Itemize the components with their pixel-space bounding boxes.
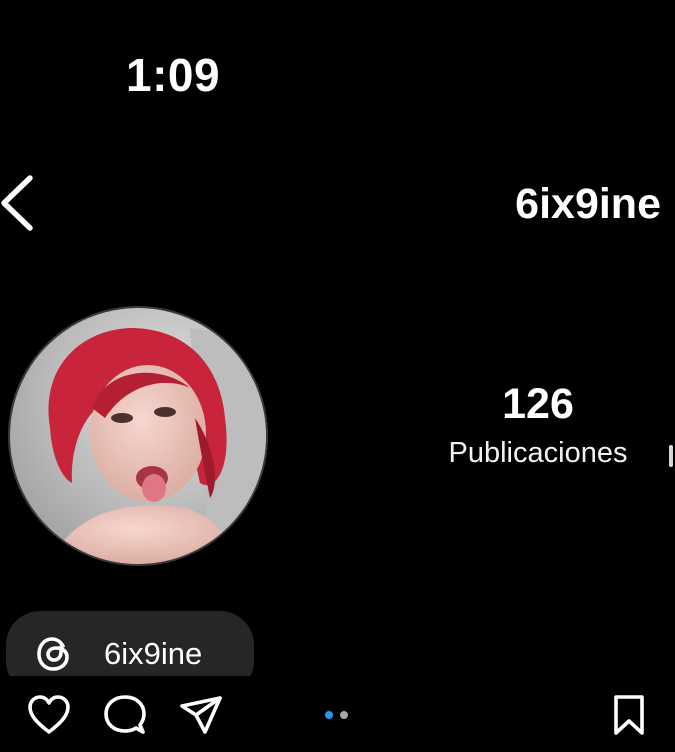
carousel-dot-active	[325, 711, 333, 719]
profile-username-title: 6ix9ine	[515, 180, 661, 228]
back-button[interactable]	[0, 170, 48, 236]
comment-button[interactable]	[102, 694, 148, 736]
next-stat-edge	[669, 445, 673, 467]
posts-stat[interactable]: 126 Publicaciones	[432, 380, 644, 470]
bookmark-icon	[614, 695, 644, 735]
post-action-bar	[0, 676, 675, 752]
threads-username: 6ix9ine	[104, 636, 203, 671]
status-bar-time: 1:09	[126, 49, 221, 101]
like-button[interactable]	[26, 694, 72, 736]
paper-plane-icon	[180, 696, 222, 734]
carousel-dot	[340, 711, 348, 719]
chevron-left-icon	[1, 175, 33, 231]
threads-icon	[37, 637, 69, 671]
carousel-indicator	[325, 711, 351, 721]
heart-icon	[28, 695, 70, 734]
comment-icon	[104, 695, 146, 734]
profile-photo	[10, 308, 266, 564]
avatar[interactable]	[8, 306, 268, 566]
save-button[interactable]	[606, 694, 652, 736]
posts-count: 126	[502, 380, 574, 428]
share-button[interactable]	[178, 694, 224, 736]
posts-label: Publicaciones	[448, 437, 628, 469]
